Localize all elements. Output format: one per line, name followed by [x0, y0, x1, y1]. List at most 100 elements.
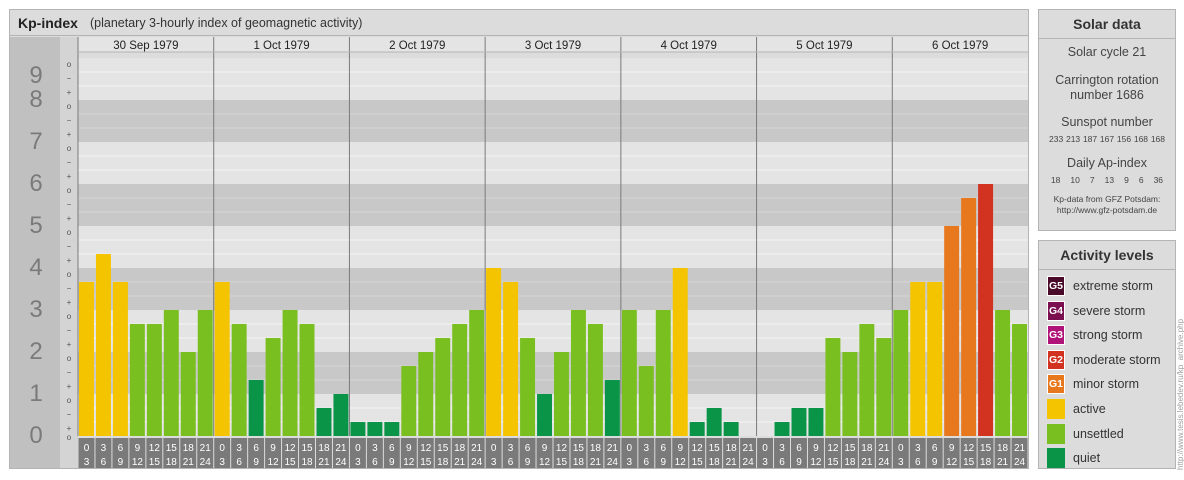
interval-end-label: 6 [508, 457, 514, 468]
kp-bar [418, 352, 434, 436]
kp-bar [486, 268, 502, 436]
y-sub-tick: o [67, 60, 72, 69]
day-label: 3 Oct 1979 [525, 40, 581, 52]
kp-bar [774, 422, 790, 436]
kp-bar [961, 197, 977, 436]
interval-end-label: 6 [915, 457, 921, 468]
interval-end-label: 12 [539, 457, 551, 468]
level-swatch [1047, 448, 1065, 469]
y-sub-tick: o [67, 433, 72, 442]
interval-start-label: 6 [525, 443, 531, 454]
interval-start-label: 9 [677, 443, 683, 454]
interval-start-label: 18 [861, 443, 873, 454]
y-tick-label: 9 [29, 62, 42, 89]
interval-start-label: 18 [183, 443, 195, 454]
kp-bar [876, 338, 892, 436]
interval-end-label: 3 [898, 457, 904, 468]
day-label: 5 Oct 1979 [796, 40, 852, 52]
interval-start-label: 18 [318, 443, 330, 454]
level-strong-storm: G3 strong storm [1047, 325, 1143, 346]
band [78, 184, 1028, 226]
kp-bar-chart: 0123456789o−+o−+o−+o−+o−+o−+o−+o−+o−+o30… [10, 37, 1028, 468]
interval-start-label: 18 [997, 443, 1009, 454]
ap-value: 7 [1089, 175, 1095, 185]
interval-start-label: 21 [335, 443, 347, 454]
sunspot-label: Sunspot number [1061, 115, 1153, 129]
interval-start-label: 0 [898, 443, 904, 454]
y-tick-label: 2 [29, 338, 42, 365]
solar-data-heading: Solar data [1039, 10, 1175, 39]
level-label: severe storm [1073, 303, 1146, 318]
interval-start-label: 9 [949, 443, 955, 454]
source-watermark: http://www.tesis.lebedev.ru/kp_archive.p… [1176, 318, 1184, 470]
interval-start-label: 0 [355, 443, 361, 454]
interval-end-label: 3 [219, 457, 225, 468]
kp-bar [503, 281, 519, 436]
interval-start-label: 0 [84, 443, 90, 454]
interval-end-label: 3 [355, 457, 361, 468]
y-sub-tick: + [67, 88, 72, 97]
sunspot-value: 168 [1133, 134, 1149, 144]
level-minor-storm: G1 minor storm [1047, 374, 1139, 395]
interval-end-label: 15 [556, 457, 568, 468]
kp-bar [910, 281, 926, 436]
kp-bar [146, 323, 162, 436]
interval-end-label: 24 [200, 457, 212, 468]
y-sub-tick: − [67, 116, 72, 125]
interval-end-label: 21 [726, 457, 738, 468]
interval-start-label: 3 [779, 443, 785, 454]
interval-end-label: 15 [827, 457, 839, 468]
sunspot-values: 233 213 187 167 156 168 168 [1039, 134, 1175, 144]
activity-levels-panel: Activity levels G5 extreme storm G4 severe … [1038, 240, 1176, 469]
kp-bar [350, 422, 366, 436]
kp-bar [978, 184, 994, 436]
interval-start-label: 15 [844, 443, 856, 454]
ap-value: 36 [1153, 175, 1164, 185]
kp-bar [689, 422, 705, 436]
interval-start-label: 12 [420, 443, 432, 454]
day-label: 6 Oct 1979 [932, 40, 988, 52]
interval-end-label: 9 [660, 457, 666, 468]
interval-start-label: 0 [762, 443, 768, 454]
kp-bar [825, 338, 841, 436]
interval-end-label: 21 [183, 457, 195, 468]
kp-bar [112, 281, 128, 436]
interval-end-label: 12 [675, 457, 687, 468]
level-label: strong storm [1073, 328, 1143, 343]
activity-levels-heading: Activity levels [1039, 241, 1175, 270]
y-sub-tick: − [67, 74, 72, 83]
y-tick-label: 8 [29, 86, 42, 113]
kp-bar [452, 323, 468, 436]
level-unsettled: unsettled [1047, 423, 1124, 444]
interval-start-label: 15 [980, 443, 992, 454]
y-sub-tick: o [67, 186, 72, 195]
level-severe-storm: G4 severe storm [1047, 300, 1146, 321]
kp-bar [638, 365, 654, 436]
credit-line-1: Kp-data from GFZ Potsdam: [1053, 194, 1161, 204]
y-sub-tick: + [67, 172, 72, 181]
carrington-line-1: Carrington rotation [1055, 73, 1159, 87]
interval-start-label: 9 [270, 443, 276, 454]
level-label: unsettled [1073, 426, 1124, 441]
kp-bar [570, 310, 586, 436]
level-label: minor storm [1073, 377, 1139, 392]
level-label: active [1073, 402, 1106, 416]
kp-bar [333, 394, 349, 436]
interval-end-label: 24 [607, 457, 619, 468]
interval-start-label: 0 [219, 443, 225, 454]
interval-start-label: 0 [491, 443, 497, 454]
credit-line-2: http://www.gfz-potsdam.de [1056, 205, 1158, 215]
day-label: 30 Sep 1979 [113, 40, 178, 52]
solar-cycle: Solar cycle 21 [1067, 45, 1147, 59]
interval-end-label: 3 [491, 457, 497, 468]
sunspot-value: 167 [1099, 134, 1115, 144]
kp-bar [79, 281, 94, 436]
interval-end-label: 12 [268, 457, 280, 468]
interval-start-label: 21 [743, 443, 755, 454]
kp-chart-panel: Kp-index (planetary 3-hourly index of ge… [9, 9, 1029, 469]
kp-bar [706, 407, 722, 436]
y-sub-tick: o [67, 354, 72, 363]
kp-bar [520, 338, 536, 436]
interval-start-label: 15 [709, 443, 721, 454]
y-sub-tick: o [67, 144, 72, 153]
